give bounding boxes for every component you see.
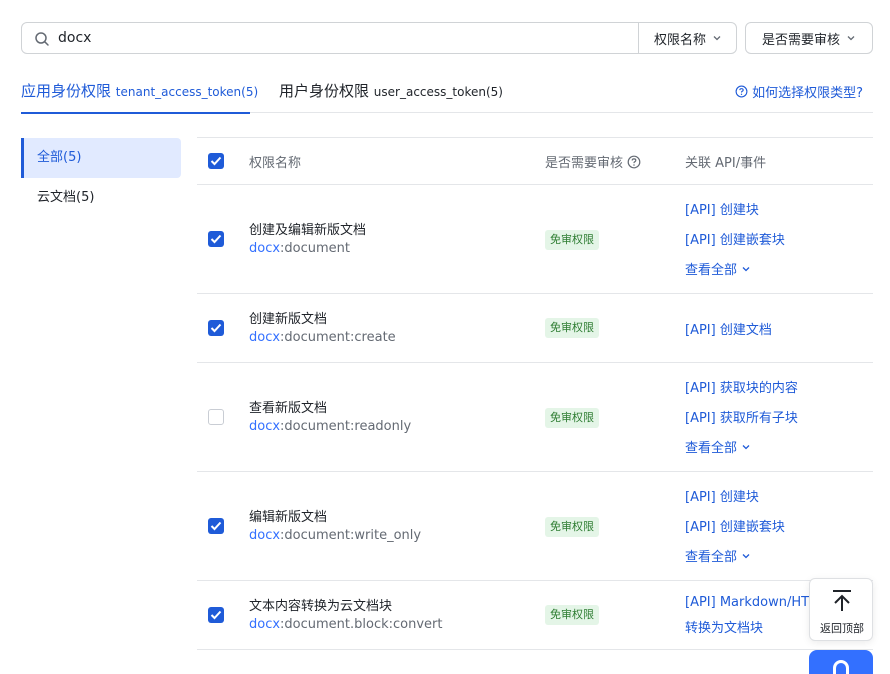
code-prefix: docx [249,241,281,256]
api-link[interactable]: [API] 创建文档 [685,319,772,338]
table-header: 权限名称 是否需要审核 关联 API/事件 [197,137,873,185]
view-all-label: 查看全部 [685,550,738,565]
view-all-label: 查看全部 [685,263,738,278]
code-rest: :document:create [280,330,396,345]
status-badge: 免审权限 [545,605,599,625]
chevron-down-icon [742,553,750,558]
check-icon [210,234,222,244]
permission-code: docx:document.block:convert [249,617,443,632]
sidebar-item-cloud-docs[interactable]: 云文档(5) [21,178,181,218]
permission-name: 查看新版文档 [249,401,328,416]
table-row: 编辑新版文档 docx:document:write_only 免审权限 [AP… [197,472,873,581]
review-required-select-label: 是否需要审核 [761,32,840,48]
sidebar-item-label: 云文档(5) [37,190,95,205]
permission-name: 创建及编辑新版文档 [249,223,367,238]
permission-name: 创建新版文档 [249,312,328,327]
view-all-link[interactable]: 查看全部 [685,259,751,278]
tab-sub-label: user_access_token(5) [373,85,503,99]
check-icon [210,521,222,531]
table-row: 创建新版文档 docx:document:create 免审权限 [API] 创… [197,294,873,363]
permission-name: 编辑新版文档 [249,510,328,525]
chevron-down-icon [742,266,750,271]
header-review-required: 是否需要审核 [545,152,641,171]
row-checkbox[interactable] [208,607,224,623]
code-prefix: docx [249,330,281,345]
tab-sub-label: tenant_access_token(5) [115,85,259,99]
view-all-link[interactable]: 查看全部 [685,546,751,565]
api-link[interactable]: [API] 创建嵌套块 [685,229,785,248]
status-badge: 免审权限 [545,318,599,338]
code-prefix: docx [249,419,281,434]
permission-code: docx:document [249,241,350,256]
header-label: 是否需要审核 [545,156,624,171]
tab-tenant-access-token[interactable]: 应用身份权限 tenant_access_token(5) [21,80,258,114]
search-field[interactable]: 权限名称 [21,22,737,54]
permission-table: 权限名称 是否需要审核 关联 API/事件 创建及编辑新版文档 docx:doc… [197,137,873,650]
chevron-down-icon [713,36,721,41]
row-checkbox[interactable] [208,518,224,534]
table-row: 文本内容转换为云文档块 docx:document.block:convert … [197,581,873,650]
code-rest: :document:readonly [280,419,412,434]
sidebar-item-all[interactable]: 全部(5) [21,138,181,178]
check-icon [210,156,222,166]
code-rest: :document:write_only [280,528,422,543]
chevron-down-icon [847,36,855,41]
header-label: 关联 API/事件 [685,156,767,171]
search-icon [35,32,49,46]
api-link[interactable]: [API] 获取所有子块 [685,407,798,426]
category-sidebar: 全部(5) 云文档(5) [21,138,181,218]
sidebar-item-label: 全部(5) [37,150,82,165]
api-link[interactable]: [API] 创建嵌套块 [685,516,785,535]
table-row: 创建及编辑新版文档 docx:document 免审权限 [API] 创建块 [… [197,185,873,294]
permission-name: 文本内容转换为云文档块 [249,599,393,614]
table-row: 查看新版文档 docx:document:readonly 免审权限 [API]… [197,363,873,472]
code-prefix: docx [249,528,281,543]
api-link[interactable]: [API] 创建块 [685,486,759,505]
api-link[interactable]: [API] 获取块的内容 [685,377,798,396]
permission-code: docx:document:readonly [249,419,411,434]
headset-icon [833,660,849,674]
status-badge: 免审权限 [545,230,599,250]
arrow-up-icon [833,590,851,611]
row-checkbox[interactable] [208,320,224,336]
permission-name-select-label: 权限名称 [653,32,706,48]
code-prefix: docx [249,617,281,632]
filter-bar: 权限名称 是否需要审核 [21,22,873,54]
view-all-label: 查看全部 [685,441,738,456]
permission-name-select[interactable]: 权限名称 [639,23,737,53]
row-checkbox[interactable] [208,231,224,247]
search-input[interactable] [58,27,618,49]
permission-type-help-link[interactable]: 如何选择权限类型? [735,82,863,101]
header-related-api: 关联 API/事件 [685,152,766,171]
api-link[interactable]: [API] Markdown/HT [685,595,809,610]
help-link-text: 如何选择权限类型? [752,86,863,101]
back-to-top-label: 返回顶部 [820,622,864,635]
code-rest: :document [280,241,351,256]
token-tabs: 应用身份权限 tenant_access_token(5) 用户身份权限 use… [21,72,873,114]
api-link[interactable]: [API] 创建块 [685,199,759,218]
back-to-top-button[interactable]: 返回顶部 [809,578,873,641]
customer-service-button[interactable] [809,650,873,674]
status-badge: 免审权限 [545,517,599,537]
check-icon [210,323,222,333]
help-circle-icon [735,85,748,98]
permission-code: docx:document:write_only [249,528,421,543]
help-circle-icon[interactable] [627,155,641,169]
api-link[interactable]: 转换为文档块 [685,617,763,636]
review-required-select[interactable]: 是否需要审核 [745,22,873,54]
check-icon [210,610,222,620]
permission-code: docx:document:create [249,330,396,345]
select-all-checkbox[interactable] [208,153,224,169]
chevron-down-icon [742,444,750,449]
tab-user-access-token[interactable]: 用户身份权限 user_access_token(5) [279,80,503,113]
code-rest: :document.block:convert [280,617,443,632]
view-all-link[interactable]: 查看全部 [685,437,751,456]
tab-label: 应用身份权限 [21,82,112,100]
tab-label: 用户身份权限 [279,82,370,100]
row-checkbox[interactable] [208,409,224,425]
status-badge: 免审权限 [545,408,599,428]
header-permission-name: 权限名称 [249,152,301,171]
header-label: 权限名称 [249,156,302,171]
